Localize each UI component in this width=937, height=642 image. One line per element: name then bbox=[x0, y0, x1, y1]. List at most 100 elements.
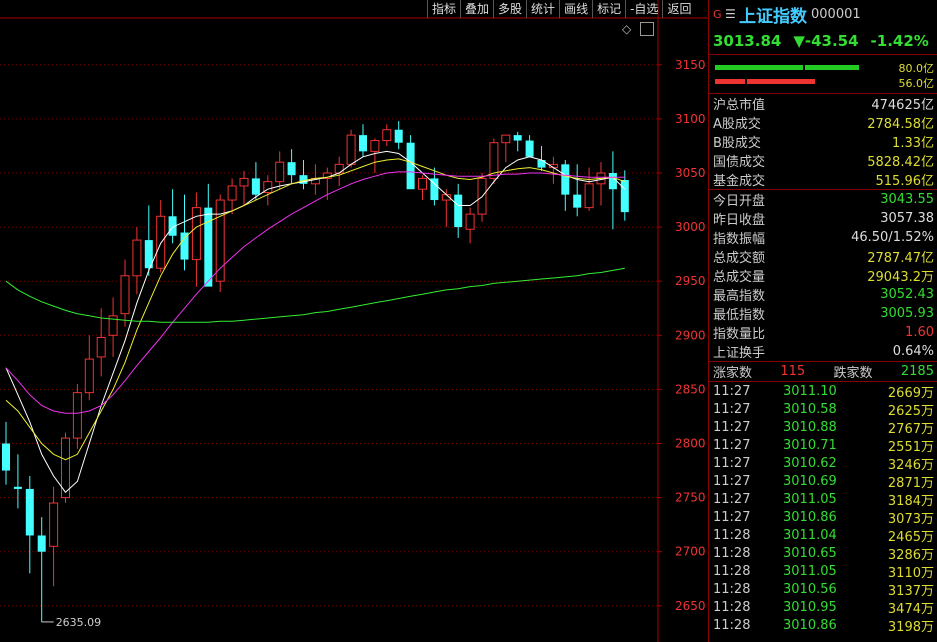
buy-amount: 80.0亿 bbox=[898, 62, 935, 75]
tick-row: 11:27 3010.62 3246万 bbox=[709, 454, 937, 473]
candle-body bbox=[287, 162, 296, 176]
tick-price: 3010.86 bbox=[783, 509, 837, 525]
flow-bars: 80.0亿 56.0亿 bbox=[709, 55, 937, 94]
tick-volume: 3286万 bbox=[887, 547, 934, 563]
stat-value: 3057.38 bbox=[880, 211, 934, 226]
stat-row: 总成交额 2787.47亿 bbox=[709, 247, 937, 266]
toolbar-button[interactable]: 多股 bbox=[493, 0, 526, 18]
g-icon[interactable]: G bbox=[713, 8, 725, 21]
tick-volume: 2871万 bbox=[887, 475, 934, 491]
tick-row: 11:28 3010.86 3198万 bbox=[709, 616, 937, 635]
tick-time: 11:27 bbox=[713, 491, 751, 507]
tick-volume: 2767万 bbox=[887, 421, 934, 437]
candle-body bbox=[239, 177, 249, 187]
stat-label: 今日开盘 bbox=[713, 194, 766, 209]
candle-body bbox=[513, 135, 522, 141]
tick-price: 3010.95 bbox=[783, 599, 837, 615]
candle-body bbox=[465, 213, 475, 230]
toolbar-button[interactable]: 统计 bbox=[526, 0, 559, 18]
candle-body bbox=[525, 140, 534, 157]
tick-volume: 2669万 bbox=[887, 385, 934, 401]
tick-row: 11:28 3010.95 3474万 bbox=[709, 598, 937, 617]
candle-body bbox=[13, 486, 22, 489]
stat-row: B股成交 1.33亿 bbox=[709, 132, 937, 151]
kline-chart[interactable]: 3150 3100 3050 3000 2950 2900 2850 2800 2750 2700… bbox=[0, 0, 707, 642]
tick-volume: 3137万 bbox=[887, 583, 934, 599]
tick-time: 11:27 bbox=[713, 401, 751, 417]
candle-body bbox=[156, 215, 166, 269]
current-price: 3013.84 bbox=[713, 32, 782, 50]
stat-row: 上证换手 0.64% bbox=[709, 342, 937, 361]
price-line: 3013.84 ▼-43.54 -1.42% bbox=[709, 28, 937, 55]
candle-body bbox=[346, 134, 356, 165]
stat-value: 1.33亿 bbox=[892, 136, 934, 151]
tick-row: 11:27 3010.58 2625万 bbox=[709, 400, 937, 419]
up-label: 涨家数 bbox=[713, 366, 753, 381]
buy-bar-2 bbox=[805, 65, 859, 70]
toolbar-button[interactable]: 指标 bbox=[427, 0, 460, 18]
ma-mid-line bbox=[5, 158, 625, 461]
tick-volume: 2551万 bbox=[887, 439, 934, 455]
tick-volume: 2465万 bbox=[887, 529, 934, 545]
tick-row: 11:28 3011.05 3110万 bbox=[709, 562, 937, 581]
quote-panel: G ☰ 上证指数 000001 3013.84 ▼-43.54 -1.42% 8… bbox=[708, 0, 937, 642]
panel-header: G ☰ 上证指数 000001 bbox=[709, 0, 937, 28]
sell-bar-1 bbox=[715, 79, 745, 84]
candle-body bbox=[180, 232, 189, 260]
candle-body bbox=[227, 185, 237, 201]
toolbar-button[interactable]: 叠加 bbox=[460, 0, 493, 18]
stat-value: 1.60 bbox=[905, 325, 934, 340]
window-box-icon[interactable] bbox=[640, 22, 654, 36]
menu-icon[interactable]: ☰ bbox=[725, 7, 739, 21]
tick-price: 3010.88 bbox=[783, 419, 837, 435]
stat-label: 总成交量 bbox=[713, 270, 766, 285]
tick-price: 3011.05 bbox=[783, 563, 837, 579]
tick-time: 11:28 bbox=[713, 545, 751, 561]
toolbar-button[interactable]: 返回 bbox=[662, 0, 695, 18]
stat-value: 474625亿 bbox=[871, 98, 934, 113]
candle-body bbox=[204, 207, 213, 287]
stat-label: B股成交 bbox=[713, 136, 761, 151]
tick-list[interactable]: 11:27 3011.10 2669万 11:27 3010.58 2625万 11:27 3… bbox=[709, 382, 937, 635]
down-count: 2185 bbox=[900, 364, 934, 379]
tick-time: 11:28 bbox=[713, 617, 751, 633]
tick-price: 3010.56 bbox=[783, 581, 837, 597]
tick-time: 11:27 bbox=[713, 383, 751, 399]
y-tick-label: 2950 bbox=[675, 274, 706, 288]
tick-price: 3011.05 bbox=[783, 491, 837, 507]
candle-body bbox=[132, 239, 142, 277]
stat-row: 沪总市值 474625亿 bbox=[709, 94, 937, 113]
y-tick-label: 2650 bbox=[675, 599, 706, 613]
tick-row: 11:27 3011.05 3184万 bbox=[709, 490, 937, 509]
candle-body bbox=[120, 275, 130, 315]
tick-row: 11:28 3010.56 3137万 bbox=[709, 580, 937, 599]
tick-time: 11:28 bbox=[713, 563, 751, 579]
stat-value: 0.64% bbox=[892, 344, 934, 359]
tick-price: 3010.62 bbox=[783, 455, 837, 471]
toolbar-button[interactable]: 标记 bbox=[592, 0, 625, 18]
tick-price: 3010.58 bbox=[783, 401, 837, 417]
tick-time: 11:27 bbox=[713, 419, 751, 435]
sell-amount: 56.0亿 bbox=[898, 77, 935, 90]
tick-row: 11:27 3010.88 2767万 bbox=[709, 418, 937, 437]
diamond-icon[interactable]: ◇ bbox=[622, 22, 631, 36]
tick-time: 11:27 bbox=[713, 509, 751, 525]
tick-price: 3010.71 bbox=[783, 437, 837, 453]
candle-body bbox=[84, 358, 94, 394]
candle-body bbox=[25, 488, 34, 536]
y-tick-label: 3100 bbox=[675, 112, 706, 126]
candle-body bbox=[454, 194, 463, 228]
stat-row: 今日开盘 3043.55 bbox=[709, 190, 937, 209]
tick-time: 11:28 bbox=[713, 581, 751, 597]
stat-label: 指数振幅 bbox=[713, 232, 766, 247]
toolbar-button[interactable]: -自选 bbox=[625, 0, 662, 18]
chart-toolbar: 指标 叠加 多股 统计 画线 标记 -自选 返回 bbox=[427, 0, 695, 18]
y-tick-label: 2750 bbox=[675, 491, 706, 505]
stat-row: 总成交量 29043.2万 bbox=[709, 266, 937, 285]
toolbar-button[interactable]: 画线 bbox=[559, 0, 592, 18]
stat-value: 2784.58亿 bbox=[867, 117, 934, 132]
stat-label: 昨日收盘 bbox=[713, 213, 766, 228]
tick-time: 11:28 bbox=[713, 599, 751, 615]
tick-row: 11:27 3010.69 2871万 bbox=[709, 472, 937, 491]
stat-value: 2787.47亿 bbox=[867, 251, 934, 266]
